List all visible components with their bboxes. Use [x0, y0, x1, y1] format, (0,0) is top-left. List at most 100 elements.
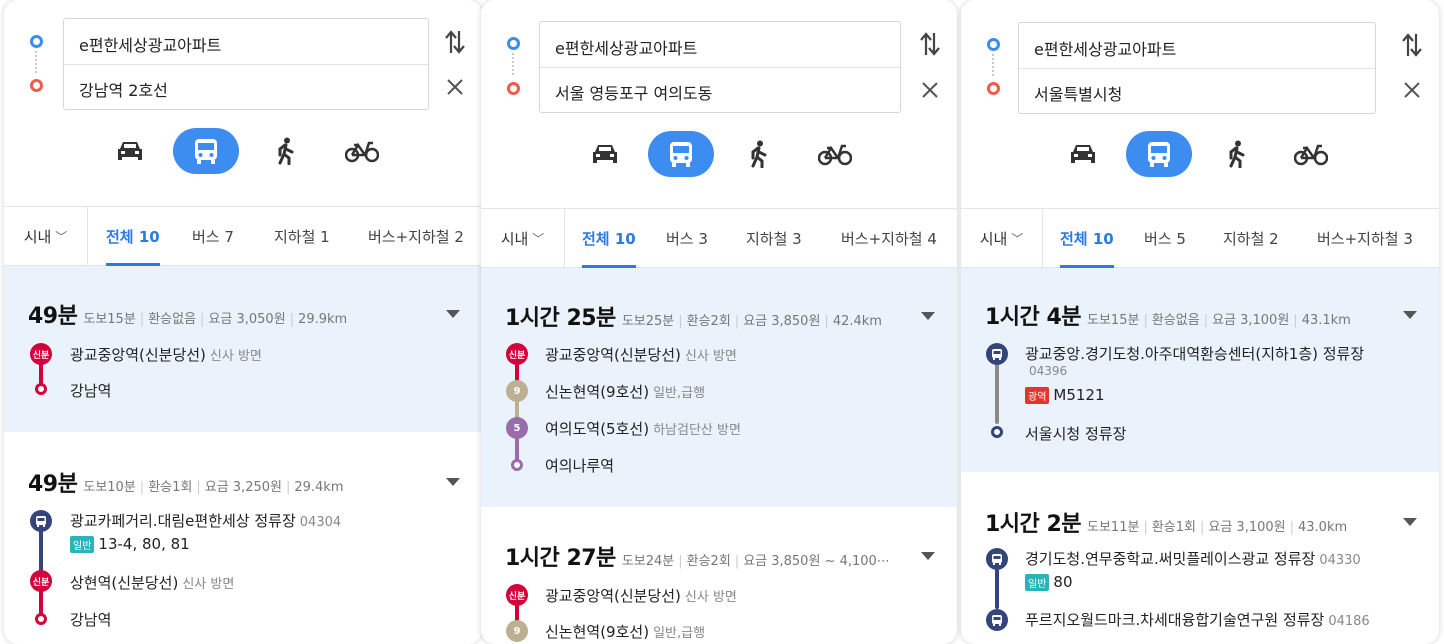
mode-transit-button[interactable] — [1126, 131, 1192, 177]
route-result-1[interactable]: 1시간 25분 도보25분 | 환승2회 | 요금 3,850원 | 42.4km 신분 광… — [481, 268, 957, 507]
fare: 요금 3,850원 — [743, 314, 821, 329]
fare: 요금 3,250원 — [204, 480, 282, 495]
expand-route-icon[interactable] — [446, 478, 460, 486]
chevron-down-icon: ﹀ — [1011, 231, 1024, 246]
expand-route-icon[interactable] — [1403, 311, 1417, 319]
mode-car-button[interactable] — [572, 131, 638, 177]
expand-route-icon[interactable] — [921, 312, 935, 320]
mode-bike-button[interactable] — [802, 131, 868, 177]
stop-code: 04396 — [1029, 364, 1068, 378]
car-icon — [118, 142, 142, 160]
tab-label: 전체 10 — [106, 227, 160, 246]
route-connector — [992, 54, 994, 76]
tab-all[interactable]: 전체 10 — [1060, 209, 1114, 268]
distance: 29.9km — [298, 312, 348, 327]
expand-route-icon[interactable] — [446, 310, 460, 318]
expand-route-icon[interactable] — [1403, 518, 1417, 526]
tab-bus-subway[interactable]: 버스+지하철 3 — [1317, 209, 1413, 267]
tab-label: 버스+지하철 3 — [1317, 229, 1413, 248]
transfer-count: 환승1회 — [1151, 520, 1196, 535]
tab-bus[interactable]: 버스 7 — [192, 207, 234, 265]
route-panel-1: e편한세상광교아파트 강남역 2호선 시내 ﹀ 전체 10 버스 7 지하철 1… — [4, 0, 482, 644]
route-duration: 49분 — [28, 304, 78, 329]
mode-walk-button[interactable] — [726, 131, 792, 177]
tab-all[interactable]: 전체 10 — [106, 207, 160, 266]
station-name: 광교중앙역(신분당선) — [545, 587, 681, 605]
route-result-2[interactable]: 1시간 2분 도보11분 | 환승1회 | 요금 3,100원 | 43.0km 경기도청.… — [961, 472, 1439, 644]
route-panel-3: e편한세상광교아파트 서울특별시청 시내 ﹀ 전체 10 버스 5 지하철 2 … — [961, 0, 1439, 644]
tab-all[interactable]: 전체 10 — [582, 209, 636, 268]
scope-label: 시내 — [979, 229, 1008, 248]
transport-mode-selector — [4, 128, 482, 178]
tab-label: 지하철 1 — [274, 227, 330, 246]
destination-input[interactable]: 서울 영등포구 여의도동 — [555, 80, 712, 104]
tab-bus-subway[interactable]: 버스+지하철 4 — [841, 209, 937, 267]
scope-dropdown[interactable]: 시내 ﹀ — [961, 209, 1043, 267]
bus-icon — [1148, 142, 1170, 167]
bus-stop-icon — [30, 510, 52, 532]
clear-destination-button[interactable] — [1399, 77, 1425, 103]
tab-bus[interactable]: 버스 3 — [666, 209, 708, 267]
tab-subway[interactable]: 지하철 2 — [1223, 209, 1279, 267]
mode-walk-button[interactable] — [253, 128, 319, 174]
station-name: 여의도역(5호선) — [545, 420, 650, 438]
walk-time: 도보11분 — [1087, 520, 1140, 535]
shinbundang-line-icon: 신분 — [506, 343, 528, 365]
bus-stop-icon — [986, 609, 1008, 631]
route-result-1[interactable]: 49분 도보15분 | 환승없음 | 요금 3,050원 | 29.9km 신분 광교중앙역… — [4, 266, 482, 432]
clear-destination-button[interactable] — [917, 77, 943, 103]
mode-walk-button[interactable] — [1204, 131, 1270, 177]
field-divider — [64, 64, 428, 65]
tab-subway[interactable]: 지하철 1 — [274, 207, 330, 265]
tab-label: 지하철 2 — [1223, 229, 1279, 248]
swap-route-button[interactable] — [1399, 31, 1425, 59]
field-divider — [540, 67, 900, 68]
swap-route-button[interactable] — [442, 28, 468, 56]
transfer-count: 환승1회 — [148, 480, 193, 495]
route-fields: e편한세상광교아파트 서울 영등포구 여의도동 — [539, 21, 901, 113]
swap-route-button[interactable] — [917, 30, 943, 58]
origin-input[interactable]: e편한세상광교아파트 — [79, 32, 221, 56]
origin-input[interactable]: e편한세상광교아파트 — [555, 35, 697, 59]
line9-icon: 9 — [506, 380, 528, 402]
mode-car-button[interactable] — [97, 128, 163, 174]
distance: 43.1km — [1301, 313, 1351, 328]
scope-dropdown[interactable]: 시내 ﹀ — [4, 207, 88, 265]
walk-icon — [1229, 140, 1245, 168]
route-filter-tabs: 시내 ﹀ 전체 10 버스 7 지하철 1 버스+지하철 2 — [4, 206, 482, 266]
origin-dot-icon — [987, 38, 1000, 51]
swap-icon — [1402, 33, 1422, 57]
scope-dropdown[interactable]: 시내 ﹀ — [481, 209, 565, 267]
clear-destination-button[interactable] — [442, 74, 468, 100]
fare: 요금 3,050원 — [208, 312, 286, 327]
route-result-2[interactable]: 1시간 27분 도보24분 | 환승2회 | 요금 3,850원 ~ 4,100⋯ 신분… — [481, 507, 957, 644]
destination-input[interactable]: 서울특별시청 — [1034, 81, 1122, 105]
mode-transit-button[interactable] — [173, 128, 239, 174]
mode-car-button[interactable] — [1050, 131, 1116, 177]
close-icon — [1404, 82, 1420, 98]
boarding-station: 광교중앙역(신분당선) 신사 방면 — [545, 344, 737, 365]
mode-transit-button[interactable] — [648, 131, 714, 177]
alighting-stop: 서울시청 정류장 — [1025, 425, 1127, 443]
destination-dot-icon — [507, 82, 520, 95]
tab-bus[interactable]: 버스 5 — [1144, 209, 1186, 267]
destination-input[interactable]: 강남역 2호선 — [79, 77, 168, 101]
transport-mode-selector — [481, 131, 957, 181]
route-fields: e편한세상광교아파트 강남역 2호선 — [63, 18, 429, 110]
tab-bus-subway[interactable]: 버스+지하철 2 — [368, 207, 464, 265]
mode-bike-button[interactable] — [329, 128, 395, 174]
route-result-2[interactable]: 49분 도보10분 | 환승1회 | 요금 3,250원 | 29.4km 광교카페거리.대… — [4, 432, 482, 644]
bus-type-badge: 일반 — [1025, 573, 1050, 591]
route-result-1[interactable]: 1시간 4분 도보15분 | 환승없음 | 요금 3,100원 | 43.1km 광교중앙.… — [961, 268, 1439, 472]
route-panel-2: e편한세상광교아파트 서울 영등포구 여의도동 시내 ﹀ 전체 10 버스 3 … — [481, 0, 957, 644]
shinbundang-line-icon: 신분 — [30, 570, 52, 592]
bike-icon — [1294, 144, 1328, 166]
tab-subway[interactable]: 지하철 3 — [746, 209, 802, 267]
stop-label: 광교카페거리.대림e편한세상 정류장 — [70, 512, 296, 530]
line5-icon: 5 — [506, 417, 528, 439]
route-summary: 1시간 27분 도보24분 | 환승2회 | 요금 3,850원 ~ 4,100⋯ — [505, 540, 890, 572]
expand-route-icon[interactable] — [921, 552, 935, 560]
route-meta: 도보15분 | 환승없음 | 요금 3,100원 | 43.1km — [1087, 313, 1351, 328]
mode-bike-button[interactable] — [1278, 131, 1344, 177]
origin-input[interactable]: e편한세상광교아파트 — [1034, 36, 1176, 60]
